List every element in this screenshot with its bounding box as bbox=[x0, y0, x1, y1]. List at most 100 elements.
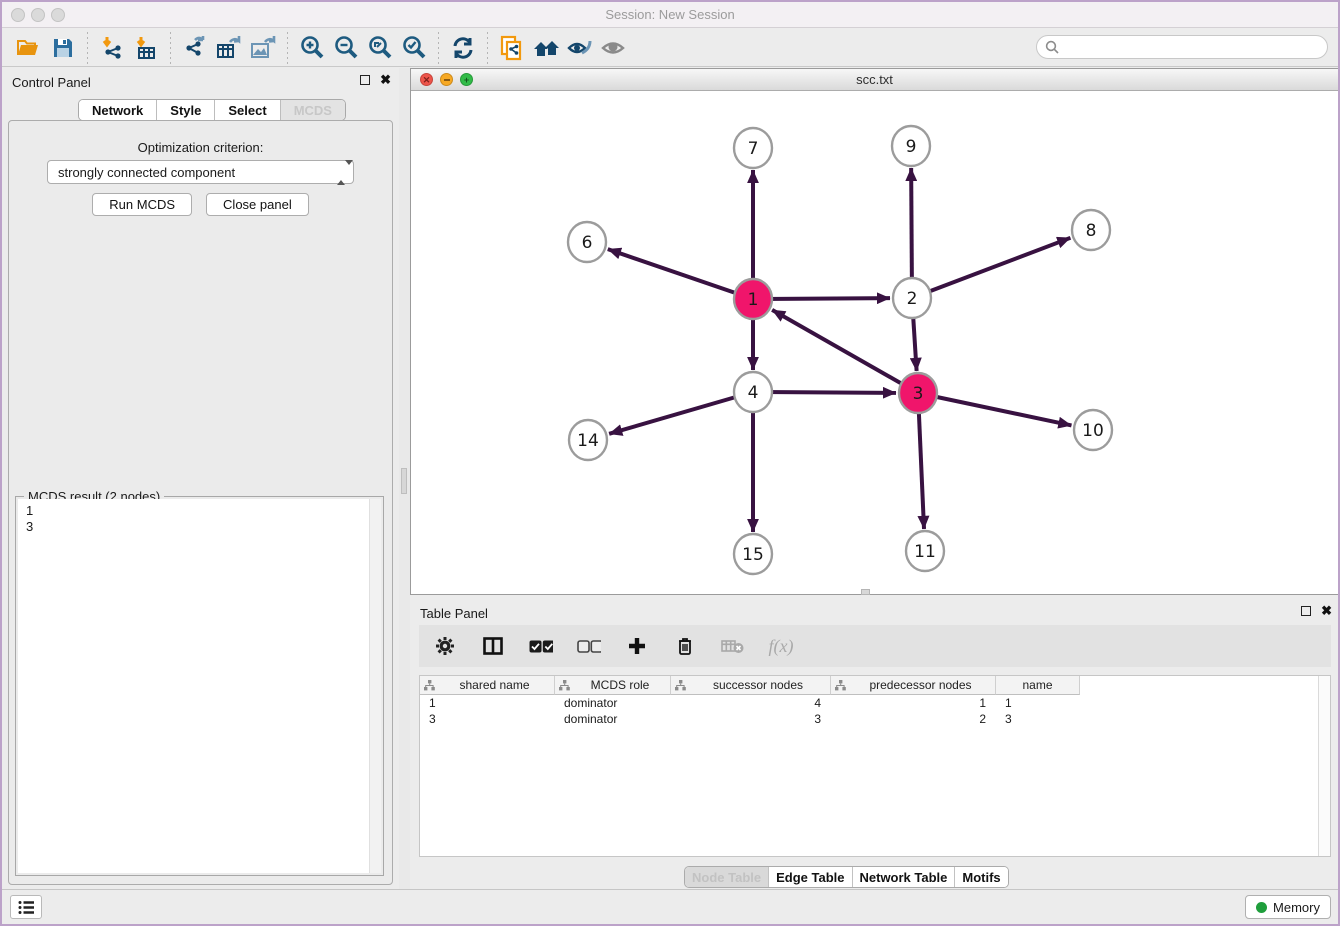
column-header-name[interactable]: name bbox=[996, 676, 1080, 695]
table-cell[interactable]: dominator bbox=[555, 695, 671, 711]
network-canvas[interactable]: 7 9 6 8 1 2 4 3 14 10 15 11 bbox=[411, 91, 1338, 594]
export-network-icon[interactable] bbox=[178, 33, 212, 63]
edge-2-8[interactable] bbox=[912, 238, 1070, 298]
float-panel-icon[interactable] bbox=[360, 75, 370, 85]
float-table-panel-icon[interactable] bbox=[1301, 606, 1311, 616]
search-field[interactable] bbox=[1036, 35, 1328, 59]
column-header-shared-name[interactable]: shared name bbox=[420, 676, 555, 695]
zoom-in-icon[interactable] bbox=[295, 33, 329, 63]
table-options-gear-icon[interactable] bbox=[433, 634, 457, 658]
svg-text:15: 15 bbox=[742, 545, 764, 565]
table-cell[interactable]: 1 bbox=[831, 695, 996, 711]
table-row[interactable]: 1dominator411 bbox=[420, 695, 1318, 711]
show-eye-icon[interactable] bbox=[597, 33, 631, 63]
table-cell[interactable]: dominator bbox=[555, 711, 671, 727]
column-label: predecessor nodes bbox=[846, 678, 995, 692]
close-panel-icon[interactable]: ✖ bbox=[380, 75, 391, 85]
duplicate-network-icon[interactable] bbox=[495, 33, 529, 63]
tab-mcds[interactable]: MCDS bbox=[281, 100, 345, 120]
graph-node-11[interactable]: 11 bbox=[906, 531, 944, 571]
select-all-check-icon[interactable] bbox=[529, 634, 553, 658]
edge-4-14[interactable] bbox=[609, 392, 753, 434]
graph-node-8[interactable]: 8 bbox=[1072, 210, 1110, 250]
network-resize-grip[interactable] bbox=[861, 589, 870, 595]
mcds-result-textarea[interactable]: 13 bbox=[18, 499, 381, 873]
export-image-icon[interactable] bbox=[246, 33, 280, 63]
optimization-criterion-label: Optimization criterion: bbox=[9, 140, 392, 155]
graph-node-4[interactable]: 4 bbox=[734, 372, 772, 412]
import-network-icon[interactable] bbox=[95, 33, 129, 63]
network-graph[interactable]: 7 9 6 8 1 2 4 3 14 10 15 11 bbox=[411, 91, 1338, 595]
run-mcds-button[interactable]: Run MCDS bbox=[92, 193, 192, 216]
column-header-predecessor-nodes[interactable]: predecessor nodes bbox=[831, 676, 996, 695]
table-cell[interactable]: 4 bbox=[671, 695, 831, 711]
svg-text:4: 4 bbox=[748, 383, 759, 403]
table-panel-title: Table Panel bbox=[420, 606, 488, 621]
deselect-all-icon[interactable] bbox=[577, 634, 601, 658]
open-file-icon[interactable] bbox=[12, 33, 46, 63]
tab-network[interactable]: Network bbox=[79, 100, 157, 120]
zoom-selected-icon[interactable] bbox=[397, 33, 431, 63]
close-table-panel-icon[interactable]: ✖ bbox=[1321, 606, 1332, 616]
graph-node-10[interactable]: 10 bbox=[1074, 410, 1112, 450]
table-scrollbar-track[interactable] bbox=[1318, 676, 1330, 856]
graph-node-6[interactable]: 6 bbox=[568, 222, 606, 262]
table-cell[interactable]: 3 bbox=[420, 711, 555, 727]
result-scrollbar-track[interactable] bbox=[369, 499, 381, 873]
delete-column-trash-icon[interactable] bbox=[673, 634, 697, 658]
vertical-splitter[interactable] bbox=[399, 68, 410, 889]
show-column-icon[interactable] bbox=[481, 634, 505, 658]
title-bar: Session: New Session bbox=[2, 2, 1338, 28]
graph-node-9[interactable]: 9 bbox=[892, 126, 930, 166]
memory-button[interactable]: Memory bbox=[1245, 895, 1331, 919]
table-cell[interactable]: 1 bbox=[420, 695, 555, 711]
edge-4-3[interactable] bbox=[753, 392, 896, 393]
graph-node-14[interactable]: 14 bbox=[569, 420, 607, 460]
create-column-plus-icon[interactable] bbox=[625, 634, 649, 658]
search-icon bbox=[1045, 40, 1060, 55]
tab-edge-table[interactable]: Edge Table bbox=[769, 867, 852, 887]
save-session-icon[interactable] bbox=[46, 33, 80, 63]
export-table-icon[interactable] bbox=[212, 33, 246, 63]
tab-network-table[interactable]: Network Table bbox=[853, 867, 956, 887]
column-header-MCDS-role[interactable]: MCDS role bbox=[555, 676, 671, 695]
edge-3-10[interactable] bbox=[918, 393, 1071, 425]
table-cell[interactable]: 1 bbox=[996, 695, 1080, 711]
import-table-icon[interactable] bbox=[129, 33, 163, 63]
zoom-fit-icon[interactable] bbox=[363, 33, 397, 63]
graph-node-7[interactable]: 7 bbox=[734, 128, 772, 168]
home-views-icon[interactable] bbox=[529, 33, 563, 63]
hide-annotations-eye-icon[interactable] bbox=[563, 33, 597, 63]
graph-node-15[interactable]: 15 bbox=[734, 534, 772, 574]
network-window-titlebar[interactable]: ✕ + scc.txt bbox=[411, 69, 1338, 91]
tab-style[interactable]: Style bbox=[157, 100, 215, 120]
control-panel-tabs: NetworkStyleSelectMCDS bbox=[78, 99, 346, 121]
table-cell[interactable]: 2 bbox=[831, 711, 996, 727]
edge-3-1[interactable] bbox=[772, 310, 918, 393]
edge-1-2[interactable] bbox=[753, 298, 890, 299]
graph-node-2[interactable]: 2 bbox=[893, 278, 931, 318]
toolbar-separator bbox=[487, 32, 488, 64]
splitter-grip[interactable] bbox=[401, 468, 407, 494]
search-input[interactable] bbox=[1060, 38, 1327, 56]
task-history-button[interactable] bbox=[10, 895, 42, 919]
list-icon bbox=[18, 900, 35, 915]
criterion-dropdown[interactable]: strongly connected component bbox=[47, 160, 354, 184]
delete-table-disabled-icon bbox=[721, 634, 745, 658]
table-cell[interactable]: 3 bbox=[671, 711, 831, 727]
edge-1-6[interactable] bbox=[608, 249, 753, 299]
tab-node-table[interactable]: Node Table bbox=[685, 867, 769, 887]
graph-node-1[interactable]: 1 bbox=[734, 279, 772, 319]
tab-select[interactable]: Select bbox=[215, 100, 280, 120]
application-window: Session: New Session bbox=[0, 0, 1340, 926]
graph-node-3[interactable]: 3 bbox=[899, 373, 937, 413]
column-header-successor-nodes[interactable]: successor nodes bbox=[671, 676, 831, 695]
table-row[interactable]: 3dominator323 bbox=[420, 711, 1318, 727]
close-panel-button[interactable]: Close panel bbox=[206, 193, 309, 216]
refresh-icon[interactable] bbox=[446, 33, 480, 63]
column-type-icon bbox=[559, 680, 570, 691]
column-type-icon bbox=[424, 680, 435, 691]
tab-motifs[interactable]: Motifs bbox=[955, 867, 1007, 887]
table-cell[interactable]: 3 bbox=[996, 711, 1080, 727]
zoom-out-icon[interactable] bbox=[329, 33, 363, 63]
